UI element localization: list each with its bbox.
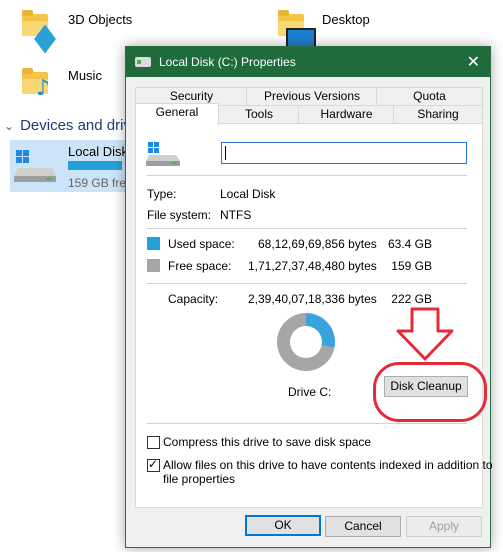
tab-tools[interactable]: Tools [218, 105, 300, 124]
divider [147, 175, 467, 176]
volume-name-input[interactable] [221, 142, 467, 164]
divider [147, 228, 467, 229]
tab-previous-versions[interactable]: Previous Versions [246, 87, 378, 106]
drive-c-label: Drive C: [288, 385, 332, 399]
folder-label: Music [68, 68, 102, 83]
monitor-icon [286, 28, 316, 48]
dialog-title: Local Disk (C:) Properties [159, 55, 296, 69]
apply-button[interactable]: Apply [406, 516, 482, 537]
chevron-down-icon[interactable]: ⌄ [4, 119, 14, 133]
free-space-size: 159 GB [391, 259, 432, 273]
capacity-bytes: 2,39,40,07,18,336 bytes [248, 292, 377, 306]
close-icon[interactable]: ✕ [467, 52, 480, 71]
drive-free-text: 159 GB free [68, 176, 133, 190]
free-space-swatch [147, 259, 160, 272]
cancel-button[interactable]: Cancel [325, 516, 401, 537]
capacity-size: 222 GB [391, 292, 432, 306]
properties-dialog: Local Disk (C:) Properties ✕ Security Pr… [125, 46, 493, 548]
used-space-size: 63.4 GB [387, 237, 432, 251]
filesystem-label: File system: [147, 208, 212, 222]
filesystem-value: NTFS [220, 208, 252, 222]
tab-quota[interactable]: Quota [376, 87, 483, 106]
folder-label: 3D Objects [68, 12, 133, 27]
free-space-bytes: 1,71,27,37,48,480 bytes [248, 259, 377, 273]
dialog-titlebar[interactable]: Local Disk (C:) Properties ✕ [126, 47, 490, 77]
index-label-line2[interactable]: file properties [163, 472, 235, 486]
folder-label: Desktop [322, 12, 370, 27]
index-label-line1[interactable]: Allow files on this drive to have conten… [163, 458, 493, 472]
drive-icon [135, 57, 151, 67]
hard-drive-icon [146, 142, 180, 166]
tab-general[interactable]: General [135, 103, 219, 125]
hard-drive-icon [14, 150, 56, 182]
annotation-arrow-icon [396, 307, 454, 361]
drive-label: Local Disk [68, 144, 128, 159]
used-space-swatch [147, 237, 160, 250]
free-space-label: Free space: [168, 259, 232, 273]
disk-cleanup-button[interactable]: Disk Cleanup [384, 376, 468, 397]
divider [147, 283, 467, 284]
drive-usage-bar [68, 161, 122, 170]
tab-sharing[interactable]: Sharing [393, 105, 483, 124]
compress-label[interactable]: Compress this drive to save disk space [163, 435, 371, 449]
divider [147, 423, 467, 424]
used-space-label: Used space: [168, 237, 235, 251]
compress-checkbox[interactable] [147, 436, 160, 449]
capacity-label: Capacity: [168, 292, 219, 306]
disk-usage-donut [277, 313, 335, 371]
ok-button[interactable]: OK [245, 515, 321, 536]
tab-hardware[interactable]: Hardware [298, 105, 395, 124]
type-label: Type: [147, 187, 177, 201]
type-value: Local Disk [220, 187, 276, 201]
index-checkbox[interactable] [147, 457, 160, 472]
music-note-icon: ♪ [36, 76, 51, 101]
used-space-bytes: 68,12,69,69,856 bytes [258, 237, 377, 251]
text-caret [225, 146, 226, 160]
